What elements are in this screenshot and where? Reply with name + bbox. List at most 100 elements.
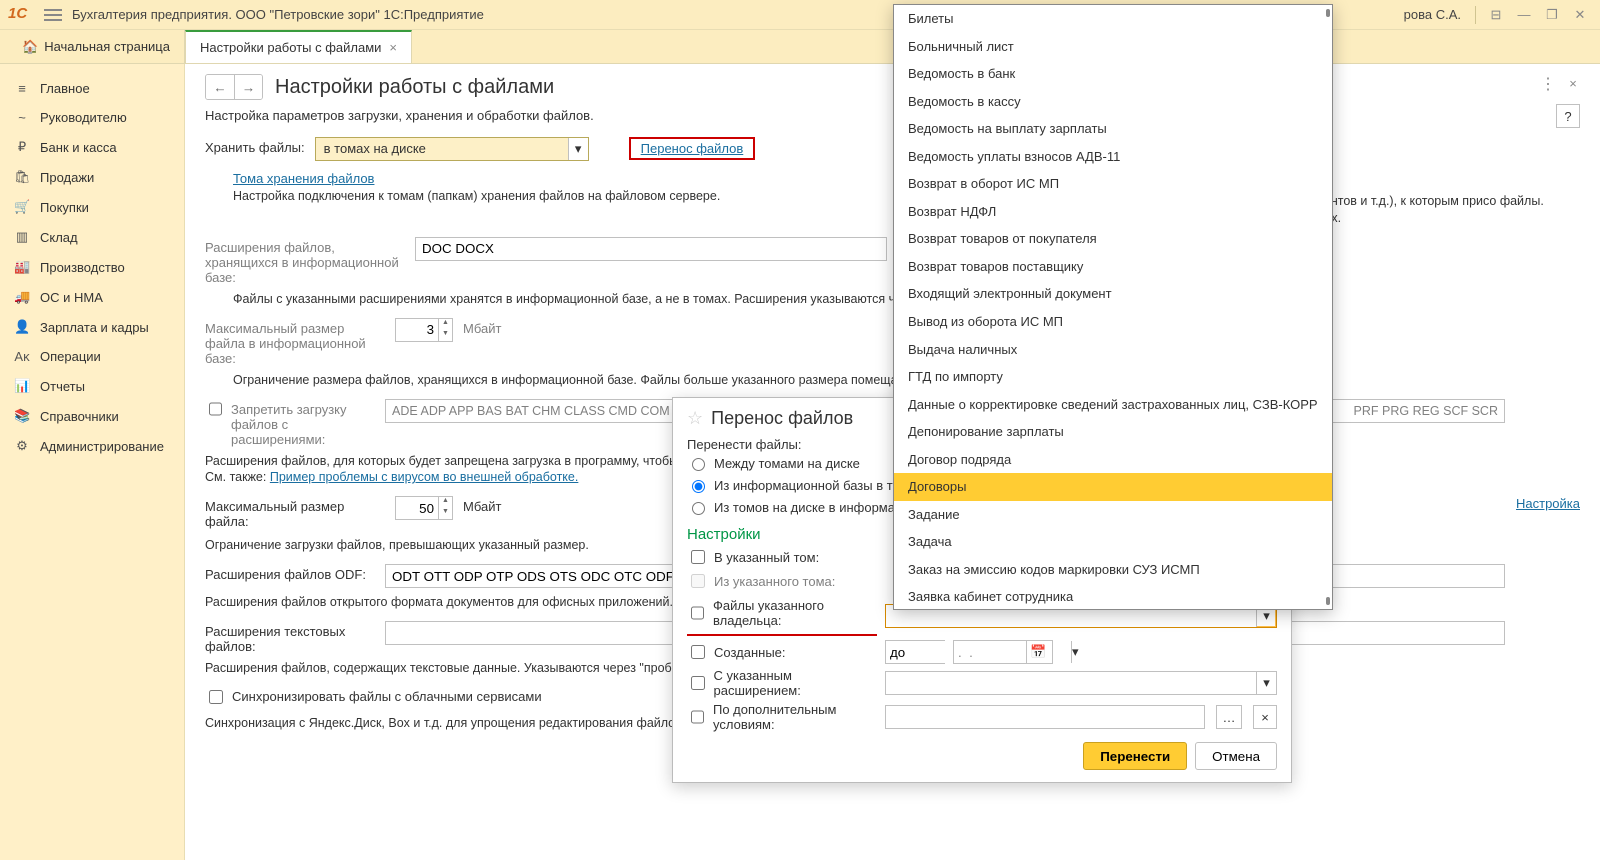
- nav-manager[interactable]: ~Руководителю: [0, 103, 184, 132]
- tab-file-settings[interactable]: Настройки работы с файлами ×: [185, 30, 412, 63]
- window-maximize-icon[interactable]: ❐: [1540, 3, 1564, 27]
- transfer-button[interactable]: Перенести: [1083, 742, 1187, 770]
- dropdown-option[interactable]: Входящий электронный документ: [894, 280, 1332, 308]
- ext-ib-input[interactable]: [415, 237, 887, 261]
- dropdown-option[interactable]: Ведомость в банк: [894, 60, 1332, 88]
- books-icon: 📚: [14, 408, 30, 424]
- page-title: Настройки работы с файлами: [275, 76, 554, 99]
- dropdown-option[interactable]: Возврат товаров от покупателя: [894, 225, 1332, 253]
- chk-label-text: По дополнительным условиям:: [713, 702, 877, 732]
- created-date-input[interactable]: [954, 641, 1026, 663]
- page-close-icon[interactable]: ×: [1564, 74, 1582, 92]
- tab-home[interactable]: 🏠 Начальная страница: [8, 30, 185, 63]
- nav-reports[interactable]: 📊Отчеты: [0, 371, 184, 401]
- dialog-title: Перенос файлов: [711, 408, 853, 429]
- extra-cond-field[interactable]: [885, 705, 1205, 729]
- scroll-up-icon[interactable]: [1326, 9, 1330, 17]
- chevron-down-icon[interactable]: ▾: [1256, 672, 1276, 694]
- extra-cond-input[interactable]: [886, 706, 1204, 728]
- odf-label: Расширения файлов ODF:: [205, 564, 375, 582]
- window-minimize-icon[interactable]: —: [1512, 3, 1536, 27]
- max-ib-value[interactable]: [396, 319, 438, 341]
- dropdown-option[interactable]: Данные о корректировке сведений застрахо…: [894, 391, 1332, 419]
- chk-created[interactable]: [691, 645, 705, 659]
- kebab-icon[interactable]: ⋮: [1538, 74, 1558, 94]
- dropdown-option[interactable]: Возврат в оборот ИС МП: [894, 170, 1332, 198]
- dropdown-option[interactable]: Задание: [894, 501, 1332, 529]
- nav-catalogs[interactable]: 📚Справочники: [0, 401, 184, 431]
- nav-operations[interactable]: AᴋОперации: [0, 342, 184, 371]
- spinner-arrows[interactable]: ▲▼: [438, 497, 452, 519]
- dropdown-option[interactable]: Выдача наличных: [894, 336, 1332, 364]
- chk-extra[interactable]: [691, 710, 704, 724]
- spinner-arrows[interactable]: ▲▼: [438, 319, 452, 341]
- nav-main[interactable]: ≡Главное: [0, 74, 184, 103]
- calendar-icon[interactable]: 📅: [1026, 641, 1050, 663]
- ext-ib-label: Расширения файлов, хранящихся в информац…: [205, 237, 405, 285]
- created-date-field[interactable]: 📅: [953, 640, 1053, 664]
- nav-admin[interactable]: ⚙Администрирование: [0, 431, 184, 461]
- nav-sales[interactable]: 🛍Продажи: [0, 162, 184, 192]
- max-file-spinner[interactable]: ▲▼: [395, 496, 453, 520]
- extension-field[interactable]: ▾: [885, 671, 1277, 695]
- extension-input[interactable]: [886, 672, 1256, 694]
- left-nav: ≡Главное ~Руководителю ₽Банк и касса 🛍Пр…: [0, 64, 185, 860]
- star-icon[interactable]: ☆: [687, 408, 703, 429]
- dropdown-option[interactable]: Вывод из оборота ИС МП: [894, 308, 1332, 336]
- dropdown-option[interactable]: Депонирование зарплаты: [894, 418, 1332, 446]
- bag-icon: 🛍: [14, 169, 30, 185]
- dropdown-option[interactable]: Билеты: [894, 5, 1332, 33]
- clear-button[interactable]: ×: [1253, 705, 1277, 729]
- dropdown-option[interactable]: Заявка кабинет сотрудника: [894, 583, 1332, 609]
- dropdown-option[interactable]: Договор подряда: [894, 446, 1332, 474]
- virus-example-link[interactable]: Пример проблемы с вирусом во внешней обр…: [270, 470, 579, 484]
- dropdown-option[interactable]: Ведомость в кассу: [894, 88, 1332, 116]
- dropdown-option[interactable]: Ведомость уплаты взносов АДВ-11: [894, 143, 1332, 171]
- max-file-settings-link[interactable]: Настройка: [1516, 496, 1580, 511]
- dropdown-option[interactable]: Заказ на эмиссию кодов маркировки СУЗ ИС…: [894, 556, 1332, 584]
- back-button[interactable]: ←: [206, 75, 234, 99]
- chevron-down-icon[interactable]: ▾: [568, 138, 588, 160]
- window-close-icon[interactable]: ✕: [1568, 3, 1592, 27]
- help-button[interactable]: ?: [1556, 104, 1580, 128]
- mb-label: Мбайт: [463, 318, 501, 336]
- nav-salary[interactable]: 👤Зарплата и кадры: [0, 312, 184, 342]
- cancel-button[interactable]: Отмена: [1195, 742, 1277, 770]
- dropdown-option[interactable]: ГТД по импорту: [894, 363, 1332, 391]
- nav-assets[interactable]: 🚚ОС и НМА: [0, 282, 184, 312]
- transfer-files-link[interactable]: Перенос файлов: [641, 141, 744, 156]
- menu-icon[interactable]: [44, 9, 62, 21]
- chk-label-text: Созданные:: [714, 645, 786, 660]
- chart-icon: ~: [14, 110, 30, 125]
- dropdown-option[interactable]: Задача: [894, 528, 1332, 556]
- max-ib-spinner[interactable]: ▲▼: [395, 318, 453, 342]
- scroll-down-icon[interactable]: [1326, 597, 1330, 605]
- dropdown-option[interactable]: Больничный лист: [894, 33, 1332, 61]
- dropdown-option[interactable]: Договоры: [894, 473, 1332, 501]
- nav-purchases[interactable]: 🛒Покупки: [0, 192, 184, 222]
- nav-label: ОС и НМА: [40, 290, 103, 305]
- created-mode-select[interactable]: ▾: [885, 640, 945, 664]
- chk-to-volume[interactable]: [691, 550, 705, 564]
- store-files-select[interactable]: в томах на диске ▾: [315, 137, 589, 161]
- forward-button[interactable]: →: [234, 75, 262, 99]
- max-file-value[interactable]: [396, 497, 438, 519]
- app-logo: 1C: [8, 5, 34, 25]
- gear-icon: ⚙: [14, 438, 30, 454]
- volumes-desc: Настройка подключения к томам (папкам) х…: [233, 188, 878, 205]
- nav-warehouse[interactable]: ▥Склад: [0, 222, 184, 252]
- forbid-ext-checkbox[interactable]: [209, 402, 222, 416]
- chevron-down-icon[interactable]: ▾: [1071, 641, 1079, 663]
- sync-cloud-checkbox[interactable]: [209, 690, 223, 704]
- nav-production[interactable]: 🏭Производство: [0, 252, 184, 282]
- window-toolbar-icon[interactable]: ⊟: [1484, 3, 1508, 27]
- dropdown-option[interactable]: Ведомость на выплату зарплаты: [894, 115, 1332, 143]
- chk-owner[interactable]: [691, 606, 704, 620]
- nav-bank[interactable]: ₽Банк и касса: [0, 132, 184, 162]
- tab-close-icon[interactable]: ×: [389, 40, 397, 55]
- more-button[interactable]: …: [1216, 705, 1242, 729]
- dropdown-option[interactable]: Возврат товаров поставщику: [894, 253, 1332, 281]
- dropdown-option[interactable]: Возврат НДФЛ: [894, 198, 1332, 226]
- volumes-link[interactable]: Тома хранения файлов: [233, 171, 374, 186]
- chk-extension[interactable]: [691, 676, 705, 690]
